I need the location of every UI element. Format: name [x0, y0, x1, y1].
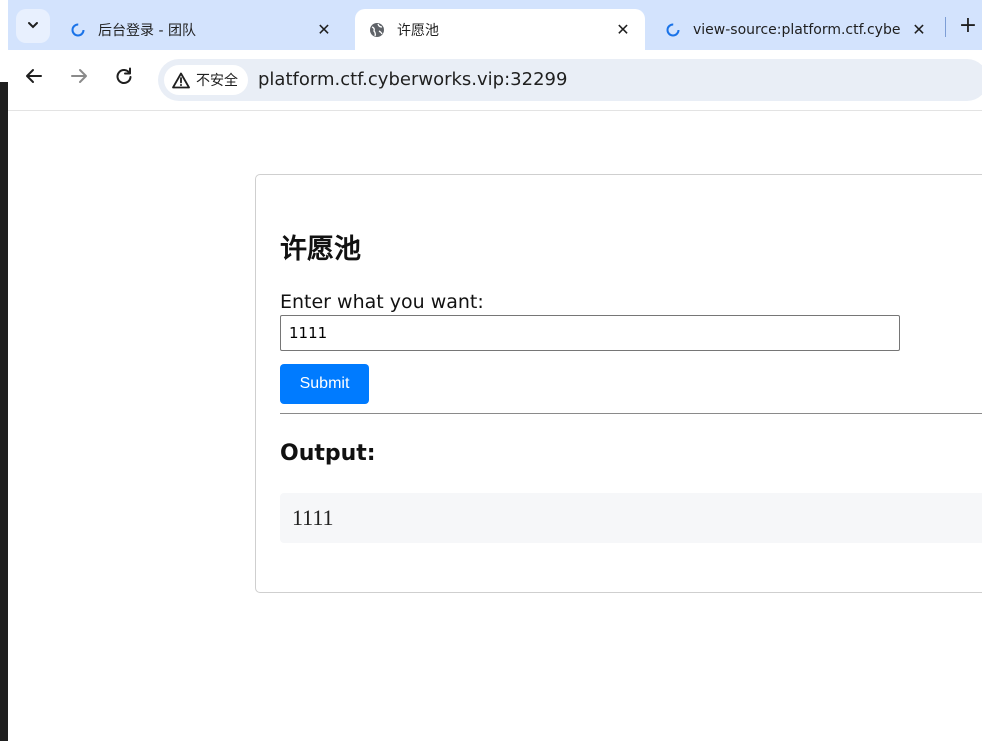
tab-title: 许愿池 [397, 22, 439, 39]
wish-form-card: 许愿池 Enter what you want: Submit Output: … [255, 174, 982, 593]
output-heading: Output: [280, 441, 376, 466]
arrow-left-icon [24, 66, 44, 90]
browser-toolbar: 不安全 platform.ctf.cyberworks.vip:32299 [8, 50, 982, 111]
tab-strip: 后台登录 - 团队 ✕ 许愿池 ✕ view-source:platform.c… [8, 0, 982, 50]
tab-title: 后台登录 - 团队 [98, 22, 196, 39]
globe-icon [369, 22, 385, 38]
forward-button[interactable] [67, 66, 91, 90]
tab-backend-login[interactable]: 后台登录 - 团队 ✕ [56, 9, 346, 50]
divider [280, 413, 982, 414]
page-title: 许愿池 [280, 234, 361, 265]
close-icon[interactable]: ✕ [613, 20, 633, 40]
output-box: 1111 [280, 493, 982, 543]
reload-icon [114, 66, 134, 90]
reload-button[interactable] [112, 66, 136, 90]
chevron-down-icon [26, 17, 40, 36]
plus-icon: + [958, 12, 978, 38]
back-button[interactable] [22, 66, 46, 90]
new-tab-button[interactable]: + [958, 12, 978, 38]
tab-title: view-source:platform.ctf.cybe [693, 21, 901, 38]
submit-button[interactable]: Submit [280, 364, 369, 404]
warning-triangle-icon [172, 72, 190, 89]
background-window-strip [0, 82, 8, 741]
output-text: 1111 [292, 505, 334, 530]
tab-wishing-pool[interactable]: 许愿池 ✕ [355, 9, 645, 50]
security-chip[interactable]: 不安全 [164, 65, 248, 95]
security-label: 不安全 [196, 73, 238, 89]
loading-icon [70, 22, 86, 38]
wish-input[interactable] [280, 315, 900, 351]
tab-list-button[interactable] [16, 9, 50, 43]
tab-separator [945, 17, 946, 37]
arrow-right-icon [69, 66, 89, 90]
wish-input-label: Enter what you want: [280, 291, 484, 313]
loading-icon [665, 22, 681, 38]
address-bar[interactable]: 不安全 platform.ctf.cyberworks.vip:32299 [158, 59, 982, 101]
close-icon[interactable]: ✕ [909, 20, 929, 40]
tab-view-source[interactable]: view-source:platform.ctf.cybe ✕ [651, 9, 941, 50]
url-text[interactable]: platform.ctf.cyberworks.vip:32299 [258, 69, 567, 90]
close-icon[interactable]: ✕ [314, 20, 334, 40]
